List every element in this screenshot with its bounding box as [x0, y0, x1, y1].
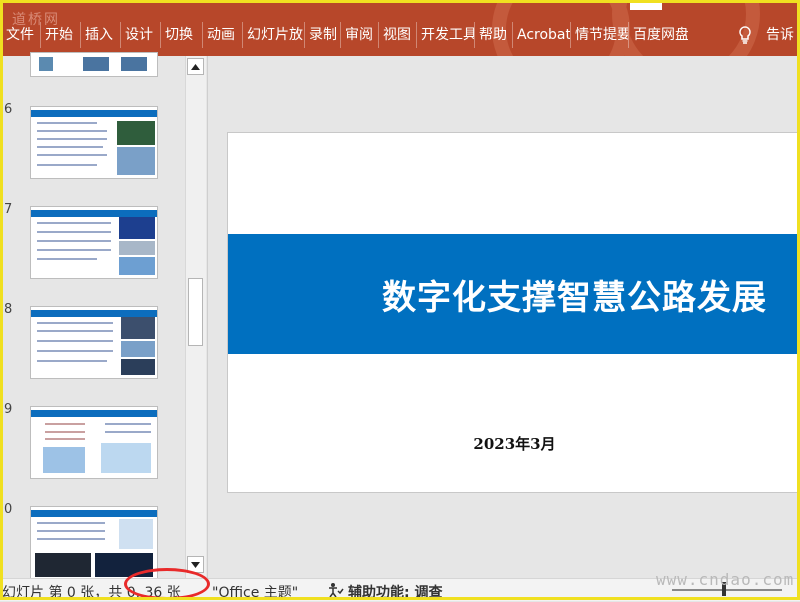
thumbnail-header-bar [31, 410, 157, 417]
slide-number: 6 [4, 102, 13, 117]
accessibility-icon[interactable] [326, 582, 344, 602]
tab-strip: 文件 开始 插入 设计 切换 动画 幻灯片放映 录制 审阅 视图 开发工具 帮助… [0, 22, 688, 48]
slide-thumbnail[interactable] [30, 52, 158, 77]
thumbnail-text-line [37, 130, 107, 132]
slide-edit-area: 数字化支撑智慧公路发展 2023年3月 [209, 56, 800, 578]
thumbnail-image [121, 57, 147, 71]
thumbnail-text-line [37, 330, 113, 332]
tell-me-search[interactable]: 告诉 [766, 22, 794, 48]
tab-insert[interactable]: 插入 [80, 22, 120, 48]
thumbnail-image [119, 257, 155, 275]
thumbnail-image [43, 447, 85, 473]
thumbnail-text-line [37, 164, 97, 166]
thumbnail-text-line [37, 258, 97, 260]
thumbnail-text-line [37, 538, 105, 540]
tab-slideshow[interactable]: 幻灯片放映 [242, 22, 304, 48]
thumbnail-image [117, 147, 155, 175]
thumbnail-image [119, 519, 153, 549]
slide-thumbnail[interactable] [30, 306, 158, 379]
thumbnail-text-line [37, 138, 107, 140]
thumbnail-image [121, 317, 155, 339]
thumbnail-text-line [45, 431, 85, 433]
thumbnail-text-line [37, 522, 105, 524]
tab-acrobat[interactable]: Acrobat [512, 22, 570, 48]
slide-thumbnail[interactable] [30, 206, 158, 279]
slide-thumbnail-pane: 6 7 8 9 0 [0, 52, 208, 579]
thumbnail-image [121, 341, 155, 357]
slide-number: 0 [4, 502, 13, 517]
tab-review[interactable]: 审阅 [340, 22, 378, 48]
thumbnail-image [119, 217, 155, 239]
thumbnail-image [119, 241, 155, 255]
tab-transitions[interactable]: 切换 [160, 22, 202, 48]
tab-developer[interactable]: 开发工具 [416, 22, 474, 48]
slide-thumbnail[interactable] [30, 406, 158, 479]
thumbnail-text-line [37, 240, 111, 242]
slide-title[interactable]: 数字化支撑智慧公路发展 [382, 270, 767, 319]
tab-record[interactable]: 录制 [304, 22, 340, 48]
tab-help[interactable]: 帮助 [474, 22, 512, 48]
thumbnail-text-line [45, 423, 85, 425]
title-banner: 数字化支撑智慧公路发展 [228, 234, 800, 354]
thumbnail-text-line [37, 249, 111, 251]
thumbnail-image [121, 359, 155, 375]
thumbnail-text-line [37, 340, 113, 342]
tab-animations[interactable]: 动画 [202, 22, 242, 48]
thumbnail-text-line [37, 360, 107, 362]
scroll-thumb[interactable] [188, 278, 203, 346]
thumbnail-text-line [37, 146, 103, 148]
ribbon-tabs: 道桥网 文件 开始 插入 设计 切换 动画 幻灯片放映 录制 审阅 视图 开发工… [0, 0, 800, 56]
tab-home[interactable]: 开始 [40, 22, 80, 48]
accessibility-status[interactable]: 辅助功能: 调查 [348, 582, 442, 602]
chevron-up-icon [191, 63, 200, 70]
ribbon-title-fragment [630, 0, 662, 10]
thumbnail-image [35, 553, 91, 577]
thumbnail-header-bar [31, 310, 157, 317]
slide-thumbnail[interactable] [30, 506, 158, 579]
tab-file[interactable]: 文件 [0, 22, 40, 48]
thumbnail-scrollbar[interactable] [185, 56, 206, 578]
thumbnail-text-line [105, 423, 151, 425]
slide-number: 8 [4, 302, 13, 317]
thumbnail-image [117, 121, 155, 145]
watermark-url: www.cndao.com [656, 570, 795, 589]
thumbnail-text-line [45, 438, 85, 440]
theme-name: "Office 主题" [212, 585, 299, 601]
chevron-down-icon [191, 561, 200, 568]
scroll-up-button[interactable] [187, 58, 204, 75]
tab-baidu-netdisk[interactable]: 百度网盘 [628, 22, 688, 48]
thumbnail-text-line [37, 122, 97, 124]
thumbnail-text-line [37, 222, 111, 224]
thumbnail-image [83, 57, 109, 71]
thumbnail-text-line [37, 154, 107, 156]
thumbnail-image [39, 57, 53, 71]
slide-date[interactable]: 2023年3月 [228, 433, 800, 454]
thumbnail-text-line [105, 431, 151, 433]
thumbnail-text-line [37, 231, 111, 233]
thumbnail-text-line [37, 350, 113, 352]
lightbulb-icon[interactable] [734, 22, 756, 48]
current-slide[interactable]: 数字化支撑智慧公路发展 2023年3月 [227, 132, 800, 493]
red-circle-annotation [124, 568, 210, 600]
thumbnail-text-line [37, 530, 105, 532]
tab-storyboard[interactable]: 情节提要 [570, 22, 628, 48]
zoom-slider[interactable] [672, 589, 782, 591]
thumbnail-text-line [37, 322, 113, 324]
thumbnail-header-bar [31, 510, 157, 517]
slide-number: 9 [4, 402, 13, 417]
thumbnail-header-bar [31, 210, 157, 217]
slide-number: 7 [4, 202, 13, 217]
slide-thumbnail[interactable] [30, 106, 158, 179]
thumbnail-image [101, 443, 151, 473]
tab-design[interactable]: 设计 [120, 22, 160, 48]
tab-view[interactable]: 视图 [378, 22, 416, 48]
thumbnail-header-bar [31, 110, 157, 117]
